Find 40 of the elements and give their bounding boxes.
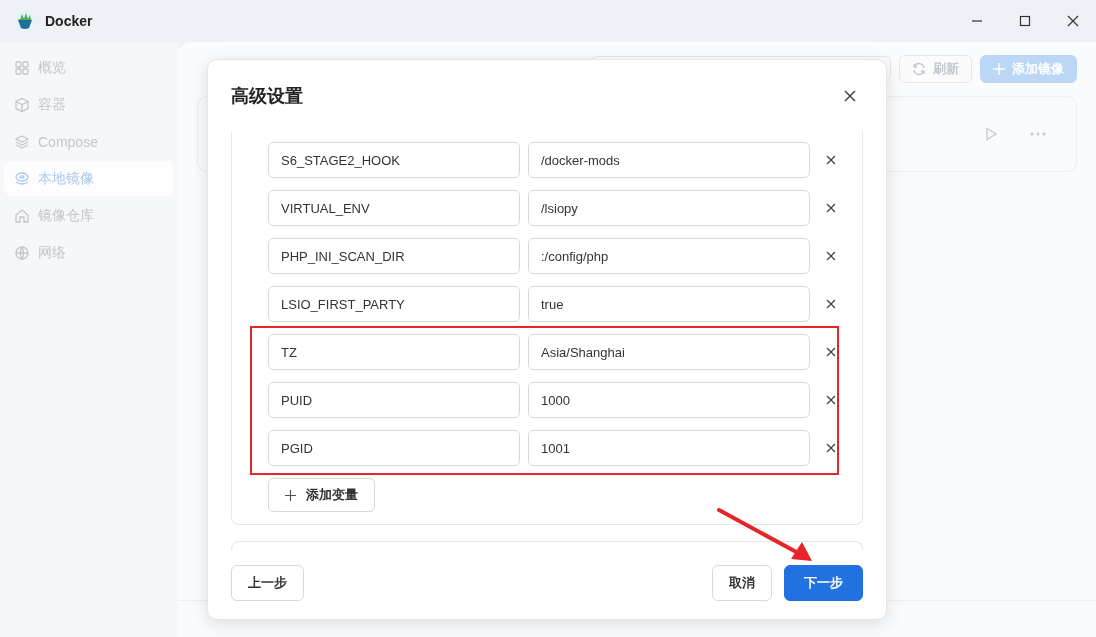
cube-icon [14,96,30,113]
value-field[interactable]: :/config/php [528,238,810,274]
plus-icon [285,489,296,501]
cancel-button[interactable]: 取消 [712,565,772,601]
app-logo-icon [14,10,36,32]
remove-icon[interactable] [826,251,836,261]
remove-icon[interactable] [826,347,836,357]
value-field[interactable]: /docker-mods [528,142,810,178]
remove-icon[interactable] [826,203,836,213]
refresh-icon [912,62,926,76]
name-field[interactable]: TZ [268,334,520,370]
value-field[interactable]: 1001 [528,430,810,466]
back-button[interactable]: 上一步 [231,565,304,601]
plus-icon [993,63,1005,75]
close-icon[interactable] [1067,15,1079,27]
value-field[interactable]: Asia/Shanghai [528,334,810,370]
globe-icon [14,244,30,261]
add-variable-button[interactable]: 添加变量 [268,478,375,512]
value-field[interactable]: /lsiopy [528,190,810,226]
value-field[interactable]: 1000 [528,382,810,418]
dialog-title: 高级设置 [231,84,303,108]
name-field[interactable]: S6_STAGE2_HOOK [268,142,520,178]
layers-icon [14,133,30,150]
window-title: Docker [45,13,93,29]
name-field[interactable]: LSIO_FIRST_PARTY [268,286,520,322]
name-field[interactable]: VIRTUAL_ENV [268,190,520,226]
name-field[interactable]: PUID [268,382,520,418]
grid-icon [14,59,30,76]
close-icon[interactable] [844,89,856,102]
next-button[interactable]: 下一步 [784,565,863,601]
remove-icon[interactable] [826,299,836,309]
name-field[interactable]: PGID [268,430,520,466]
home-icon [14,207,30,224]
value-field[interactable]: true [528,286,810,322]
maximize-icon[interactable] [1019,15,1031,27]
remove-icon[interactable] [826,395,836,405]
name-field[interactable]: PHP_INI_SCAN_DIR [268,238,520,274]
remove-icon[interactable] [826,443,836,453]
disc-icon [14,170,30,187]
remove-icon[interactable] [826,155,836,165]
